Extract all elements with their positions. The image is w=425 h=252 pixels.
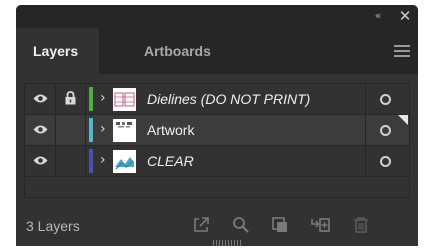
tab-layers[interactable]: Layers: [16, 28, 99, 74]
layers-panel: « ✕ Layers Artboards › Dielines (DO NOT …: [16, 5, 418, 246]
layer-count: 3 Layers: [26, 218, 80, 234]
chevron-right-icon[interactable]: ›: [100, 152, 110, 168]
layer-name[interactable]: Dielines (DO NOT PRINT): [147, 91, 310, 107]
target-toggle[interactable]: [365, 146, 409, 176]
artwork-thumb: [113, 119, 136, 142]
tab-bar: Layers Artboards: [16, 28, 418, 74]
lock-toggle[interactable]: [56, 84, 86, 114]
double-chevron-left-icon[interactable]: «: [370, 9, 386, 23]
export-icon[interactable]: [192, 216, 210, 234]
resize-grip[interactable]: [213, 240, 243, 246]
eye-icon: [33, 156, 48, 165]
lock-toggle[interactable]: [56, 115, 86, 145]
visibility-toggle[interactable]: [25, 146, 56, 176]
target-circle-icon: [380, 156, 391, 167]
panel-title-bar: « ✕: [16, 5, 418, 28]
make-clipping-mask-icon[interactable]: [271, 216, 289, 234]
tab-artboards[interactable]: Artboards: [144, 43, 211, 59]
search-icon[interactable]: [232, 216, 250, 234]
visibility-toggle[interactable]: [25, 115, 56, 145]
lock-toggle[interactable]: [56, 146, 86, 176]
chevron-right-icon[interactable]: ›: [100, 90, 110, 106]
layer-color-swatch: [89, 149, 93, 173]
layer-row-dielines[interactable]: › Dielines (DO NOT PRINT): [25, 84, 409, 115]
layer-color-swatch: [89, 87, 93, 111]
lock-icon: [65, 91, 76, 105]
visibility-toggle[interactable]: [25, 84, 56, 114]
chevron-right-icon[interactable]: ›: [100, 121, 110, 137]
dielines-thumb: [113, 88, 136, 111]
layers-list: › Dielines (DO NOT PRINT) › Artwork › CL…: [24, 83, 410, 198]
tab-layers-label: Layers: [33, 43, 79, 59]
layer-name[interactable]: Artwork: [147, 122, 194, 138]
close-icon[interactable]: ✕: [398, 8, 412, 24]
hamburger-menu-icon[interactable]: [394, 45, 410, 57]
target-circle-icon: [380, 94, 391, 105]
layer-row-artwork[interactable]: › Artwork: [25, 115, 409, 146]
layer-color-swatch: [89, 118, 93, 142]
eye-icon: [33, 125, 48, 134]
eye-icon: [33, 94, 48, 103]
clear-thumb: [113, 150, 136, 173]
layer-name[interactable]: CLEAR: [147, 153, 194, 169]
target-circle-icon: [380, 125, 391, 136]
selection-indicator-icon: [398, 115, 408, 125]
trash-icon[interactable]: [353, 216, 369, 234]
new-sublayer-icon[interactable]: [310, 216, 330, 234]
target-toggle[interactable]: [365, 84, 409, 114]
layer-row-clear[interactable]: › CLEAR: [25, 146, 409, 177]
